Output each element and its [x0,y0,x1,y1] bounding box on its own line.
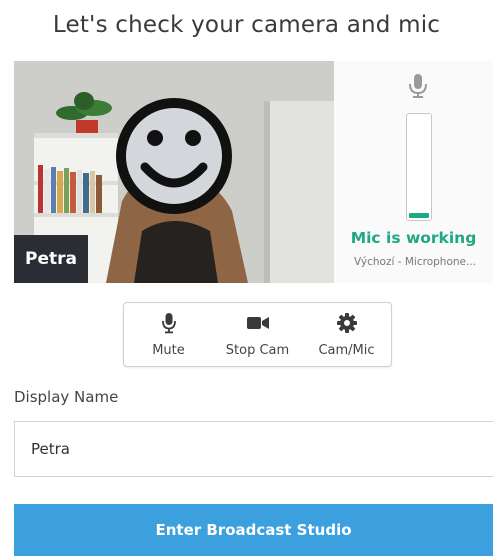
video-camera-icon [246,312,269,334]
participant-name-tag: Petra [14,235,88,283]
mute-button[interactable]: Mute [124,303,213,366]
mic-level-meter [406,113,432,221]
gear-icon [336,312,357,334]
microphone-icon [161,312,176,334]
cam-mic-settings-button[interactable]: Cam/Mic [302,303,391,366]
cam-mic-label: Cam/Mic [318,343,375,358]
mic-status-text: Mic is working [350,229,477,247]
mute-label: Mute [152,343,185,358]
media-controls: Mute Stop Cam Cam/Mic [123,302,392,367]
page-title: Let's check your camera and mic [52,12,441,38]
display-name-input[interactable] [14,421,493,477]
mic-level-fill [409,213,429,218]
stop-cam-label: Stop Cam [225,343,290,358]
camera-mic-preview: Petra Mic is working Výchozí - Microphon… [14,61,493,283]
mic-device-name: Výchozí - Microphone... [354,256,476,268]
enter-broadcast-studio-button[interactable]: Enter Broadcast Studio [14,504,493,556]
microphone-icon [408,73,428,103]
display-name-label: Display Name [14,388,119,406]
camera-preview: Petra [14,61,334,283]
mic-test-panel: Mic is working Výchozí - Microphone... [334,61,493,283]
stop-cam-button[interactable]: Stop Cam [213,303,302,366]
